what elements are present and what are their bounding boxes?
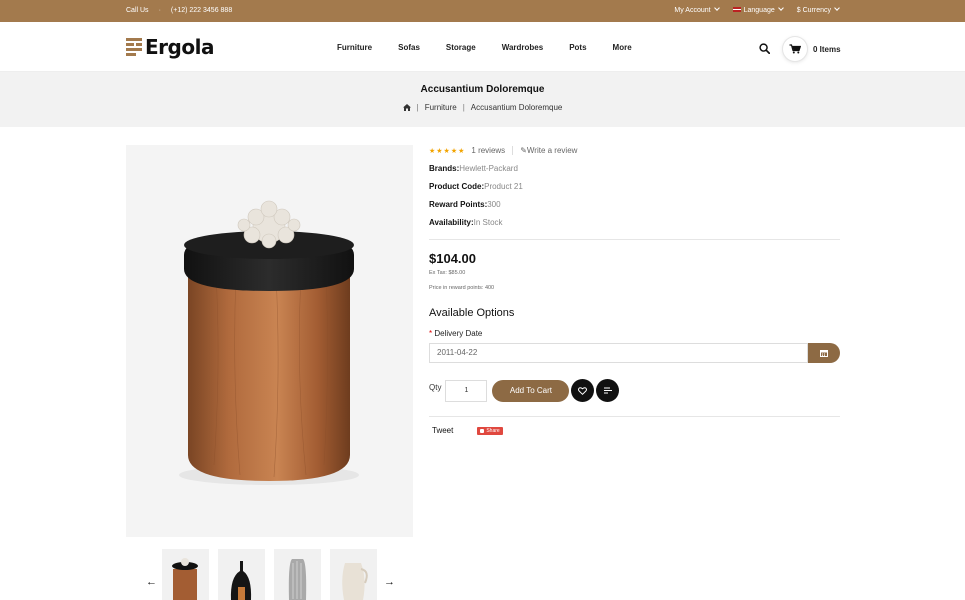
cart-icon: [789, 44, 801, 54]
page-title: Accusantium Doloremque: [420, 84, 545, 95]
delivery-date-text: Delivery Date: [434, 329, 483, 338]
breadcrumb-item-current[interactable]: Accusantium Doloremque: [471, 103, 563, 112]
flag-icon: [732, 6, 741, 12]
cart-count[interactable]: 0 Items: [813, 45, 841, 54]
breadcrumb-item-furniture[interactable]: Furniture: [425, 103, 457, 112]
wishlist-button[interactable]: [571, 379, 595, 402]
compare-button[interactable]: [596, 379, 620, 402]
ex-tax-price: Ex Tax: $85.00: [429, 270, 466, 276]
share-button[interactable]: Share: [477, 426, 503, 435]
thumbnail-carousel: ← →: [146, 549, 396, 600]
delivery-date-row: 2011-04-22: [429, 343, 840, 363]
logo[interactable]: Ergola: [126, 35, 214, 59]
chevron-down-icon: [713, 5, 720, 11]
language-label: Language: [743, 7, 775, 14]
cart-button[interactable]: [783, 37, 807, 61]
my-account-label: My Account: [674, 7, 711, 14]
top-bar: Call Us · (+12) 222 3456 888 My Account …: [0, 0, 965, 22]
jar-thumbnail-image: [172, 558, 198, 600]
reviews-link[interactable]: 1 reviews: [471, 146, 505, 155]
calendar-button[interactable]: [808, 343, 840, 363]
chevron-down-icon: [777, 5, 784, 11]
star-rating-icon: ★★★★★: [429, 147, 466, 155]
divider: ·: [158, 7, 161, 14]
product-price: $104.00: [429, 251, 476, 266]
calendar-icon: [820, 350, 828, 357]
currency-dropdown[interactable]: $ Currency: [796, 5, 840, 14]
thumbnail[interactable]: [330, 549, 377, 600]
share-icon: [480, 428, 485, 433]
logo-text: Ergola: [145, 35, 214, 59]
delivery-date-input[interactable]: 2011-04-22: [429, 343, 808, 363]
language-dropdown[interactable]: Language: [732, 5, 784, 14]
my-account-dropdown[interactable]: My Account: [674, 5, 720, 14]
brand-label: Brands:: [429, 164, 460, 173]
breadcrumb-separator: |: [416, 103, 419, 112]
product-main-image[interactable]: [126, 145, 413, 537]
delivery-date-label: * Delivery Date: [429, 329, 840, 338]
pencil-icon: ✎: [520, 146, 527, 155]
chevron-down-icon: [834, 5, 840, 11]
brand-value[interactable]: Hewlett-Packard: [459, 164, 518, 173]
reward-points-row: Reward Points:300: [429, 200, 840, 209]
thumbnail[interactable]: [162, 549, 209, 600]
add-to-cart-row: Qty 1 Add To Cart: [429, 379, 840, 402]
breadcrumb: | Furniture | Accusantium Doloremque: [0, 103, 965, 112]
nav-item-furniture[interactable]: Furniture: [337, 43, 372, 52]
thumbnail[interactable]: [218, 549, 265, 600]
product-code-label: Product Code:: [429, 182, 485, 191]
divider: [429, 416, 840, 417]
product-code-row: Product Code:Product 21: [429, 182, 840, 191]
options-title: Available Options: [429, 307, 515, 319]
home-icon[interactable]: [402, 104, 411, 111]
social-row: Tweet Share: [429, 426, 840, 435]
write-review-link[interactable]: ✎Write a review: [520, 146, 577, 155]
divider: [429, 239, 840, 240]
nav-item-pots[interactable]: Pots: [569, 43, 586, 52]
white-jug-thumbnail-image: [342, 563, 368, 600]
quantity-input[interactable]: 1: [445, 379, 488, 402]
logo-icon: [126, 37, 142, 57]
black-vase-thumbnail-image: [230, 561, 252, 600]
rating-row: ★★★★★ 1 reviews ✎Write a review: [429, 146, 840, 155]
nav-item-more[interactable]: More: [613, 43, 632, 52]
write-review-label: Write a review: [526, 146, 578, 155]
nav-item-wardrobes[interactable]: Wardrobes: [502, 43, 544, 52]
availability-label: Availability:: [429, 218, 474, 227]
search-icon[interactable]: [759, 43, 770, 54]
arrow-left-icon[interactable]: ←: [146, 576, 157, 588]
reward-points-value: 300: [487, 200, 501, 209]
thumbnail[interactable]: [274, 549, 321, 600]
add-to-cart-button[interactable]: Add To Cart: [492, 379, 570, 402]
grey-vase-thumbnail-image: [288, 559, 307, 600]
call-us-label: Call Us: [126, 7, 149, 14]
wooden-jar-image: [179, 200, 359, 485]
main-nav: Furniture Sofas Storage Wardrobes Pots M…: [337, 43, 632, 52]
reward-price: Price in reward points: 400: [429, 285, 495, 291]
compare-icon: [603, 387, 612, 394]
brand-row: Brands:Hewlett-Packard: [429, 164, 840, 173]
breadcrumb-separator: |: [462, 103, 465, 112]
arrow-right-icon[interactable]: →: [384, 576, 395, 588]
nav-item-sofas[interactable]: Sofas: [398, 43, 420, 52]
currency-label: $ Currency: [796, 7, 831, 14]
site-header: Ergola Furniture Sofas Storage Wardrobes…: [0, 22, 965, 72]
qty-label: Qty: [429, 383, 442, 392]
divider: [512, 146, 514, 155]
availability-row: Availability:In Stock: [429, 218, 840, 227]
reward-points-label: Reward Points:: [429, 200, 488, 209]
product-code-value: Product 21: [484, 182, 523, 191]
share-label: Share: [486, 427, 500, 434]
availability-value: In Stock: [473, 218, 503, 227]
product-info: ★★★★★ 1 reviews ✎Write a review Brands:H…: [429, 145, 840, 435]
heart-icon: [578, 386, 588, 395]
nav-item-storage[interactable]: Storage: [446, 43, 476, 52]
page-heading-band: Accusantium Doloremque | Furniture | Acc…: [0, 72, 965, 127]
phone-number[interactable]: (+12) 222 3456 888: [171, 7, 232, 14]
tweet-button[interactable]: Tweet: [432, 426, 453, 435]
